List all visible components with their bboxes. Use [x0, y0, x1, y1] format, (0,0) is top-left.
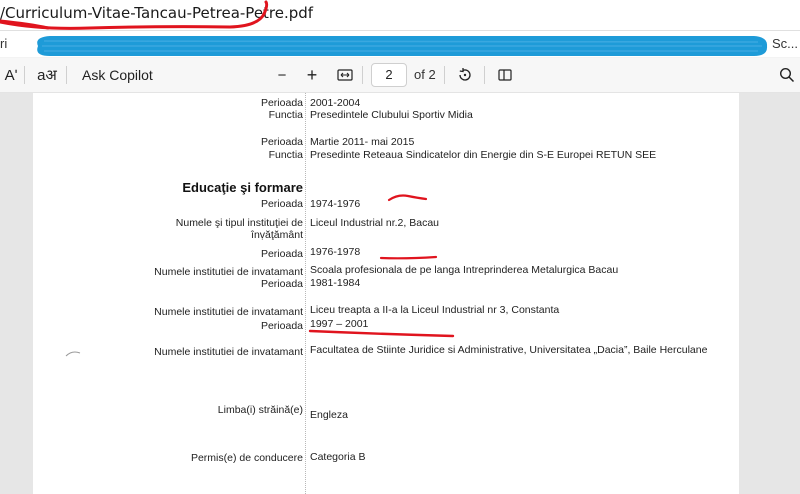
translate-glyph: aअ — [37, 67, 57, 84]
cv-label: Numele institutiei de invatamant — [154, 346, 303, 358]
cv-label: Perioada — [260, 97, 303, 109]
cv-value: Liceu treapta a II-a la Liceul Industria… — [310, 304, 560, 316]
toolbar-divider — [24, 66, 25, 84]
cv-value: 1976-1978 — [310, 246, 361, 258]
cv-value: Liceul Industrial nr.2, Bacau — [310, 217, 439, 229]
column-divider — [305, 93, 306, 494]
page-view-icon[interactable] — [494, 58, 516, 92]
page-number-input[interactable]: 2 — [371, 63, 407, 87]
cv-value: Categoria B — [310, 451, 366, 463]
cv-value: Facultatea de Stiinte Juridice si Admini… — [310, 344, 708, 356]
read-aloud-glyph: Aʹ — [4, 66, 18, 84]
cv-label: Numele institutiei de invatamant — [154, 306, 303, 318]
redaction-scribble — [37, 36, 768, 56]
tab-bar: /Curriculum-Vitae-Tancau-Petrea-Petre.pd… — [0, 0, 800, 31]
cv-label: Permis(e) de conducere — [190, 452, 303, 464]
cv-value: Martie 2011- mai 2015 — [310, 136, 415, 148]
cv-value: 1974-1976 — [310, 198, 361, 210]
tab-title[interactable]: /Curriculum-Vitae-Tancau-Petrea-Petre.pd… — [0, 4, 313, 22]
address-suffix: Sc... — [771, 36, 798, 51]
toolbar-divider — [66, 66, 67, 84]
cv-label: Functia — [268, 149, 303, 161]
address-prefix: ri — [0, 36, 8, 51]
cv-label: Perioada — [260, 320, 303, 332]
read-aloud-icon[interactable]: Aʹ — [0, 58, 22, 92]
cv-value: Presedinte Reteaua Sindicatelor din Ener… — [310, 149, 657, 161]
search-icon[interactable] — [776, 58, 798, 92]
cv-label: Perioada — [260, 136, 303, 148]
cv-value: 1997 – 2001 — [310, 318, 369, 330]
cv-label: Functia — [268, 109, 303, 121]
zoom-in-icon[interactable]: + — [302, 58, 322, 92]
zoom-out-icon[interactable]: − — [272, 58, 292, 92]
cv-label: Limba(i) străină(e) — [217, 404, 303, 416]
fit-page-icon[interactable] — [334, 58, 356, 92]
section-title: Educaţie şi formare — [182, 180, 303, 195]
cv-value: Engleza — [310, 409, 348, 421]
cv-label: Perioada — [260, 248, 303, 260]
ask-copilot-button[interactable]: Ask Copilot — [82, 58, 153, 92]
cv-value: 2001-2004 — [310, 97, 361, 109]
pdf-toolbar: Aʹ aअ Ask Copilot − + 2 of 2 — [0, 58, 800, 93]
cv-value: Scoala profesionala de pe langa Intrepri… — [310, 264, 619, 276]
cv-label: Perioada — [260, 198, 303, 210]
toolbar-divider — [444, 66, 445, 84]
rotate-icon[interactable] — [454, 58, 476, 92]
translate-icon[interactable]: aअ — [34, 58, 60, 92]
toolbar-divider — [362, 66, 363, 84]
cv-value: 1981-1984 — [310, 277, 361, 289]
cv-value: Presedintele Clubului Sportiv Midia — [310, 109, 473, 121]
address-bar: ri Sc... — [0, 31, 800, 57]
cv-label: Numele institutiei de invatamant — [154, 266, 303, 278]
toolbar-divider — [484, 66, 485, 84]
cv-label: Perioada — [260, 278, 303, 290]
cv-label: Numele şi tipul instituţiei de — [175, 217, 303, 229]
page-total: of 2 — [414, 67, 436, 82]
cv-label: înṿăţământ — [251, 229, 303, 241]
